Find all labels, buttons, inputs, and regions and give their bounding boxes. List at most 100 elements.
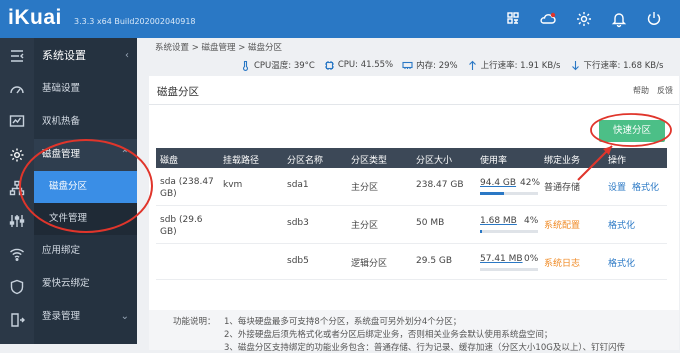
sidebar-item-disk-management[interactable]: 磁盘管理 ⌃ [34, 139, 137, 171]
column-header: 分区类型 [351, 156, 388, 166]
arrow-down-icon [571, 60, 579, 70]
disk-cell: sda (238.47 GB) [160, 177, 214, 199]
usage-bar [480, 230, 538, 233]
column-header: 磁盘 [160, 156, 179, 166]
cloud-alert-icon[interactable] [538, 9, 558, 29]
sidebar-item-label: 基础设置 [42, 83, 81, 94]
format-link[interactable]: 格式化 [632, 180, 659, 193]
sidebar-item-app-binding[interactable]: 应用绑定 [34, 235, 137, 267]
partition-table: 磁盘 挂载路径 分区名称 分区类型 分区大小 使用率 绑定业务 操作 sda (… [156, 148, 667, 280]
partition-type-cell: 逻辑分区 [351, 259, 388, 269]
menu-collapse-icon[interactable] [0, 40, 34, 72]
version-label: 3.3.3 x64 Build202002040918 [74, 17, 196, 26]
cpu-icon [324, 60, 334, 70]
dashboard-icon[interactable] [0, 73, 34, 105]
power-icon[interactable] [644, 9, 664, 29]
sidebar-item-label: 爱快云绑定 [42, 278, 90, 289]
download-stat: 下行速率: 1.68 KB/s [570, 59, 664, 71]
top-bar: iKuai 3.3.3 x64 Build202002040918 [0, 0, 680, 38]
format-link[interactable]: 格式化 [608, 218, 635, 231]
partition-type-cell: 主分区 [351, 221, 379, 231]
table-header: 磁盘 挂载路径 分区名称 分区类型 分区大小 使用率 绑定业务 操作 [156, 148, 667, 168]
logo: iKuai [8, 6, 62, 29]
sidebar-section-title[interactable]: 系统设置 ‹ [34, 40, 137, 72]
disk-partition-panel: 磁盘分区 帮助 反馈 快速分区 磁盘 挂载路径 分区名称 分区类型 分区大小 使… [149, 76, 679, 353]
gear-icon[interactable] [574, 9, 594, 29]
function-notes: 功能说明： 1、每块硬盘最多可支持8个分区，系统盘可另外划分4个分区； 2、外接… [149, 310, 679, 353]
cpu-stat: CPU: 41.55% [324, 60, 393, 71]
status-bar: CPU温度: 39°C CPU: 41.55% 内存: 29% 上行速率: 1.… [240, 58, 663, 72]
upload-value: 上行速率: 1.91 KB/s [480, 61, 561, 71]
table-row: sdb (29.6 GB) sdb3 主分区 50 MB 1.68 MB 4% … [156, 206, 667, 244]
table-row: sdb5 逻辑分区 29.5 GB 57.41 MB 0% 系统日志 格式化 [156, 244, 667, 280]
notes-line: 3、磁盘分区支持绑定的功能业务包含：普通存储、行为记录、缓存加速（分区大小10G… [224, 343, 626, 353]
partition-size-cell: 238.47 GB [416, 180, 464, 190]
icon-rail [0, 38, 34, 344]
sidebar-item-cloud-binding[interactable]: 爱快云绑定 [34, 268, 137, 300]
cpu-value: CPU: 41.55% [337, 60, 394, 70]
sidebar-item-label: 应用绑定 [42, 245, 81, 256]
partition-type-cell: 主分区 [351, 183, 379, 193]
notes-line: 1、每块硬盘最多可支持8个分区，系统盘可另外划分4个分区； [224, 317, 462, 327]
thermometer-icon [242, 60, 249, 71]
partition-name-cell: sdb3 [287, 218, 309, 228]
column-header: 挂载路径 [223, 156, 260, 166]
feedback-link[interactable]: 反馈 [657, 85, 673, 96]
partition-size-cell: 29.5 GB [416, 256, 453, 266]
sidebar-item-label: 登录管理 [42, 311, 81, 322]
arrow-up-icon [468, 60, 476, 70]
memory-icon [402, 61, 413, 69]
usage-bar-fill [480, 230, 483, 233]
logout-icon[interactable] [0, 304, 34, 336]
column-header: 分区名称 [287, 156, 324, 166]
column-header: 分区大小 [416, 156, 453, 166]
sidebar-item-disk-partition[interactable]: 磁盘分区 [34, 171, 137, 203]
usage-cell: 94.4 GB 42% [480, 178, 542, 198]
shield-icon[interactable] [0, 271, 34, 303]
mount-cell: kvm [223, 180, 243, 190]
partition-name-cell: sdb5 [287, 256, 309, 266]
chevron-down-icon: ⌄ [120, 311, 129, 322]
sidebar-section-label: 系统设置 [42, 49, 86, 62]
download-value: 下行速率: 1.68 KB/s [583, 61, 664, 71]
sidebar-item-basic-settings[interactable]: 基础设置 [34, 73, 137, 105]
cpu-temp-stat: CPU温度: 39°C [240, 59, 315, 71]
service-cell: 系统配置 [544, 221, 581, 231]
divider [149, 104, 679, 105]
sidebar-item-login-management[interactable]: 登录管理 ⌄ [34, 301, 137, 333]
bell-icon[interactable] [609, 9, 629, 29]
help-link[interactable]: 帮助 [633, 85, 649, 96]
usage-used: 1.68 MB [480, 216, 517, 226]
upload-stat: 上行速率: 1.91 KB/s [467, 59, 561, 71]
usage-used: 94.4 GB [480, 178, 517, 188]
notes-line: 2、外接硬盘后须先格式化或者分区后绑定业务，否则相关业务会默认使用系统盘空间； [224, 330, 553, 340]
settings-link[interactable]: 设置 [608, 180, 626, 193]
usage-cell: 57.41 MB 0% [480, 254, 542, 274]
column-header: 操作 [608, 156, 627, 166]
sidebar-nav: 系统设置 ‹ 基础设置 双机热备 磁盘管理 ⌃ 磁盘分区 文件管理 应用绑定 爱… [34, 38, 137, 344]
column-header: 绑定业务 [544, 156, 581, 166]
gear-icon[interactable] [0, 139, 34, 171]
quick-partition-button[interactable]: 快速分区 [599, 120, 665, 142]
sidebar-item-label: 双机热备 [42, 116, 81, 127]
format-link[interactable]: 格式化 [608, 256, 635, 269]
usage-percent: 42% [520, 178, 541, 188]
usage-used: 57.41 MB [480, 254, 523, 264]
usage-bar-fill [480, 192, 505, 195]
wifi-icon[interactable] [0, 238, 34, 270]
usage-bar [480, 192, 538, 195]
sidebar-item-hot-standby[interactable]: 双机热备 [34, 106, 137, 138]
usage-percent: 4% [524, 216, 539, 226]
table-row: sda (238.47 GB) kvm sda1 主分区 238.47 GB 9… [156, 168, 667, 206]
panel-links: 帮助 反馈 [633, 85, 673, 96]
usage-percent: 0% [524, 254, 539, 264]
monitor-chart-icon[interactable] [0, 106, 34, 138]
sidebar-item-label: 磁盘管理 [42, 149, 81, 160]
sliders-icon[interactable] [0, 205, 34, 237]
sidebar-item-file-management[interactable]: 文件管理 [34, 203, 137, 235]
network-icon[interactable] [0, 172, 34, 204]
memory-value: 内存: 29% [416, 61, 458, 71]
disk-cell: sdb (29.6 GB) [160, 215, 203, 237]
breadcrumb: 系统设置 > 磁盘管理 > 磁盘分区 [155, 43, 283, 53]
qrcode-icon[interactable] [503, 9, 523, 29]
